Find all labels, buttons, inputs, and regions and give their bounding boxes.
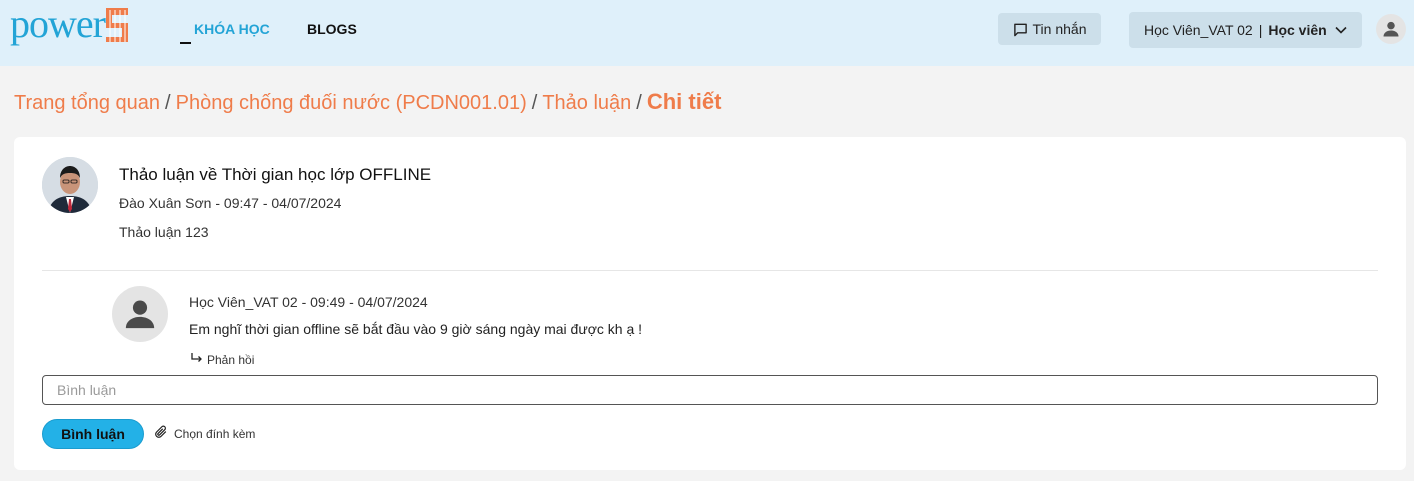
chat-bubble-icon	[1013, 22, 1028, 37]
user-avatar-icon[interactable]	[1376, 14, 1406, 44]
post-title: Thảo luận về Thời gian học lớp OFFLINE	[119, 165, 432, 184]
comment-input[interactable]	[42, 375, 1378, 405]
breadcrumb-separator: /	[531, 92, 538, 114]
reply-body: Em nghĩ thời gian offline sẽ bắt đầu vào…	[189, 321, 643, 337]
breadcrumb-current: Chi tiết	[646, 89, 722, 114]
user-role: Học viên	[1268, 22, 1327, 38]
post-meta: Đào Xuân Sơn - 09:47 - 04/07/2024	[119, 195, 342, 211]
divider	[42, 270, 1378, 271]
nav-courses[interactable]: KHÓA HỌC	[194, 21, 270, 37]
breadcrumb-course[interactable]: Phòng chống đuối nước (PCDN001.01)	[176, 92, 527, 115]
breadcrumb-separator: /	[165, 92, 171, 114]
reply-meta: Học Viên_VAT 02 - 09:49 - 04/07/2024	[189, 294, 428, 310]
logo-mark-icon	[105, 8, 128, 42]
author-avatar	[42, 157, 98, 213]
discussion-card: Thảo luận về Thời gian học lớp OFFLINE Đ…	[14, 137, 1406, 470]
attach-file-button[interactable]: Chọn đính kèm	[154, 425, 255, 442]
user-menu-dropdown[interactable]: Học Viên_VAT 02 | Học viên	[1129, 12, 1362, 48]
reply-avatar	[112, 286, 168, 342]
messages-label: Tin nhắn	[1032, 21, 1087, 37]
reply-label: Phản hồi	[207, 352, 255, 367]
reply-button[interactable]: Phản hồi	[190, 352, 254, 367]
messages-button[interactable]: Tin nhắn	[998, 13, 1101, 45]
nav-blogs[interactable]: BLOGS	[307, 21, 357, 37]
user-separator: |	[1258, 22, 1263, 38]
paperclip-icon	[154, 425, 168, 442]
active-nav-indicator	[180, 42, 191, 44]
attach-label: Chọn đính kèm	[174, 426, 256, 441]
breadcrumb-separator: /	[636, 92, 642, 114]
reply-arrow-icon	[190, 352, 203, 367]
logo-text: power	[10, 1, 106, 46]
submit-comment-button[interactable]: Bình luận	[42, 419, 144, 449]
breadcrumb: Trang tổng quan / Phòng chống đuối nước …	[14, 89, 721, 115]
top-header: power KHÓA HỌC BLOGS Tin nhắn Học Viên_V…	[0, 0, 1414, 66]
breadcrumb-discussions[interactable]: Thảo luận	[542, 92, 631, 115]
breadcrumb-dashboard[interactable]: Trang tổng quan	[14, 92, 160, 115]
user-avatar-icon	[125, 300, 155, 329]
post-body: Thảo luận 123	[119, 224, 209, 240]
user-name: Học Viên_VAT 02	[1144, 22, 1253, 38]
power5-logo[interactable]: power	[10, 4, 128, 44]
chevron-down-icon	[1335, 26, 1347, 34]
